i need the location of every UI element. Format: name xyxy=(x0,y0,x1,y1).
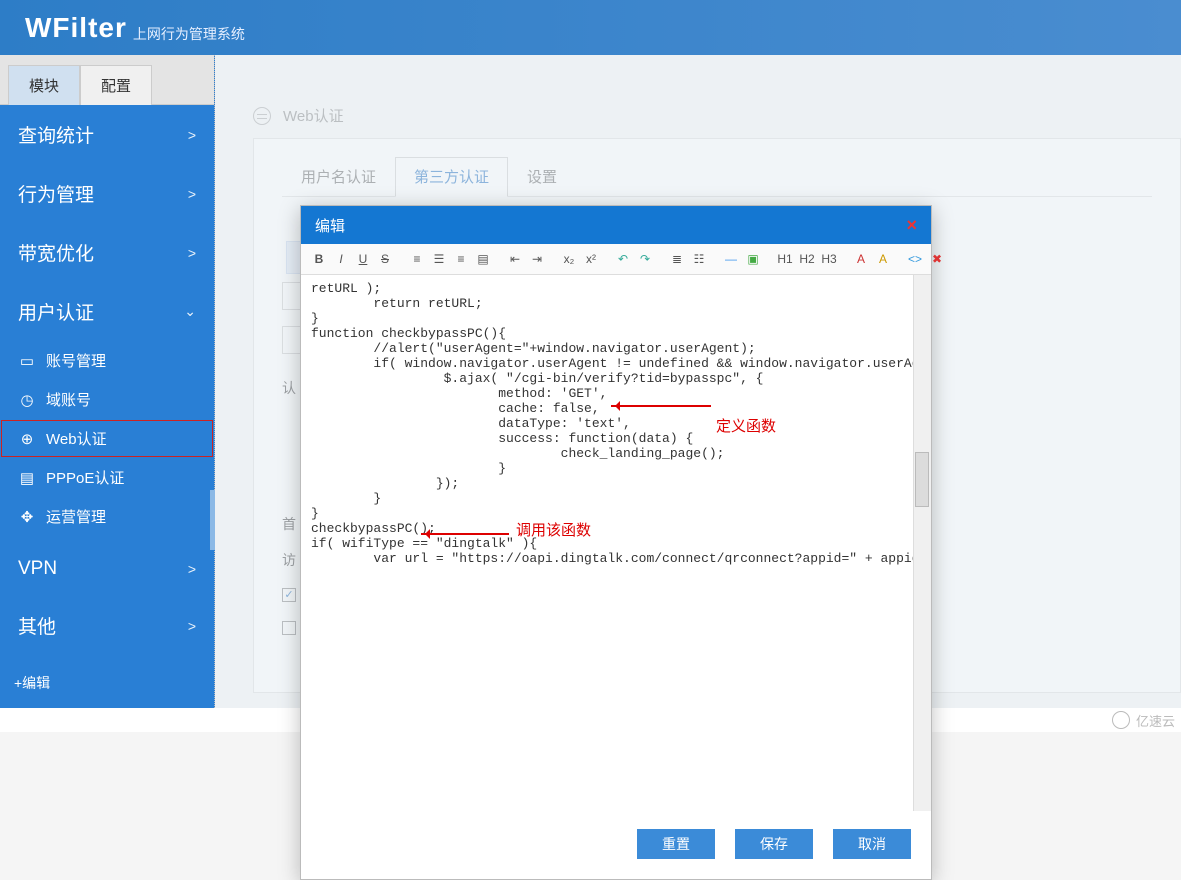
undo-icon[interactable]: ↶ xyxy=(613,249,633,269)
subscript-button[interactable]: x₂ xyxy=(559,249,579,269)
scrollbar-thumb[interactable] xyxy=(915,452,929,507)
editor-toolbar: B I U S ≡ ☰ ≡ ▤ ⇤ ⇥ x₂ x² ↶ ↷ ≣ ☷ — ▣ H1… xyxy=(301,244,931,275)
globe-icon xyxy=(253,107,271,125)
font-color-icon[interactable]: A xyxy=(851,249,871,269)
nav-group-label: 行为管理 xyxy=(18,180,94,207)
nav-group-other[interactable]: 其他 > xyxy=(0,596,214,655)
chevron-right-icon: > xyxy=(188,245,196,261)
sidebar-item-label: 运营管理 xyxy=(46,506,106,527)
indent-icon[interactable]: ⇥ xyxy=(527,249,547,269)
h1-button[interactable]: H1 xyxy=(775,249,795,269)
unordered-list-icon[interactable]: ☷ xyxy=(689,249,709,269)
sidebar-item-label: 域账号 xyxy=(46,389,91,410)
sidebar-item-label: PPPoE认证 xyxy=(46,467,124,488)
align-center-icon[interactable]: ☰ xyxy=(429,249,449,269)
chevron-right-icon: > xyxy=(188,186,196,202)
highlight-icon[interactable]: A xyxy=(873,249,893,269)
subnav-user-auth: ▭ 账号管理 ◷ 域账号 ⊕ Web认证 ▤ PPPoE认证 ✥ 运营管理 xyxy=(0,341,214,542)
app-header: WFilter 上网行为管理系统 xyxy=(0,0,1181,55)
sidebar-item-label: Web认证 xyxy=(46,428,107,449)
tab-settings[interactable]: 设置 xyxy=(508,157,576,196)
brand-subtitle: 上网行为管理系统 xyxy=(133,24,245,44)
redo-icon[interactable]: ↷ xyxy=(635,249,655,269)
italic-button[interactable]: I xyxy=(331,249,351,269)
nav-group-label: 查询统计 xyxy=(18,121,94,148)
gear-icon: ✥ xyxy=(18,508,36,526)
nav-group-user-auth[interactable]: 用户认证 ⌄ xyxy=(0,282,214,341)
sidebar-item-web-auth[interactable]: ⊕ Web认证 xyxy=(0,419,214,458)
watermark: 亿速云 xyxy=(1112,708,1175,732)
tab-thirdparty-auth[interactable]: 第三方认证 xyxy=(395,157,508,197)
nav-group-label: 用户认证 xyxy=(18,298,94,325)
nav-group-label: 其他 xyxy=(18,612,56,639)
globe-icon: ⊕ xyxy=(18,430,36,448)
sidebar-tab-config[interactable]: 配置 xyxy=(80,65,152,105)
code-content[interactable]: retURL ); return retURL; } function chec… xyxy=(301,275,931,571)
clock-icon: ◷ xyxy=(18,391,36,409)
id-card-icon: ▭ xyxy=(18,352,36,370)
ordered-list-icon[interactable]: ≣ xyxy=(667,249,687,269)
close-icon[interactable]: × xyxy=(906,215,917,236)
chevron-down-icon: ⌄ xyxy=(184,303,196,320)
watermark-text: 亿速云 xyxy=(1136,711,1175,730)
underline-button[interactable]: U xyxy=(353,249,373,269)
annotation-define: 定义函数 xyxy=(716,415,776,436)
nav-group-vpn[interactable]: VPN > xyxy=(0,542,214,596)
save-button[interactable]: 保存 xyxy=(735,829,813,859)
sidebar-tab-module[interactable]: 模块 xyxy=(8,65,80,105)
annotation-call: 调用该函数 xyxy=(516,519,591,540)
nav-group-label: VPN xyxy=(18,558,57,580)
h2-button[interactable]: H2 xyxy=(797,249,817,269)
chevron-right-icon: > xyxy=(188,561,196,577)
bold-button[interactable]: B xyxy=(309,249,329,269)
cancel-button[interactable]: 取消 xyxy=(833,829,911,859)
nav-group-label: 带宽优化 xyxy=(18,239,94,266)
sidebar-tabrow: 模块 配置 xyxy=(0,55,214,105)
modal-footer: 重置 保存 取消 xyxy=(301,811,931,879)
nav-group-query-stats[interactable]: 查询统计 > xyxy=(0,105,214,164)
remove-format-icon[interactable]: ✖ xyxy=(927,249,947,269)
outdent-icon[interactable]: ⇤ xyxy=(505,249,525,269)
align-justify-icon[interactable]: ▤ xyxy=(473,249,493,269)
scrollbar-track[interactable] xyxy=(913,275,931,811)
sidebar-item-account-mgmt[interactable]: ▭ 账号管理 xyxy=(0,341,214,380)
sidebar: 模块 配置 查询统计 > 行为管理 > 带宽优化 > 用户认证 ⌄ ▭ 账号管理… xyxy=(0,55,215,708)
sidebar-item-pppoe-auth[interactable]: ▤ PPPoE认证 xyxy=(0,458,214,497)
arrow-icon xyxy=(611,405,711,407)
page-title: Web认证 xyxy=(283,105,344,126)
sidebar-item-operation-mgmt[interactable]: ✥ 运营管理 xyxy=(0,497,214,536)
edit-modal: 编辑 × B I U S ≡ ☰ ≡ ▤ ⇤ ⇥ x₂ x² ↶ ↷ ≣ ☷ —… xyxy=(300,205,932,880)
modal-header: 编辑 × xyxy=(301,206,931,244)
arrow-icon xyxy=(421,533,509,535)
superscript-button[interactable]: x² xyxy=(581,249,601,269)
sidebar-item-domain-account[interactable]: ◷ 域账号 xyxy=(0,380,214,419)
strike-button[interactable]: S xyxy=(375,249,395,269)
tab-username-auth[interactable]: 用户名认证 xyxy=(282,157,395,196)
align-left-icon[interactable]: ≡ xyxy=(407,249,427,269)
cloud-icon xyxy=(1112,711,1130,729)
checkbox-icon xyxy=(282,621,296,635)
code-editor[interactable]: retURL ); return retURL; } function chec… xyxy=(301,275,931,811)
chevron-right-icon: > xyxy=(188,127,196,143)
brand-title: WFilter xyxy=(25,12,127,44)
checkbox-icon xyxy=(282,588,296,602)
nav-group-bandwidth[interactable]: 带宽优化 > xyxy=(0,223,214,282)
image-icon[interactable]: ▣ xyxy=(743,249,763,269)
h3-button[interactable]: H3 xyxy=(819,249,839,269)
code-view-icon[interactable]: <> xyxy=(905,249,925,269)
highlight-box xyxy=(301,571,931,811)
align-right-icon[interactable]: ≡ xyxy=(451,249,471,269)
chevron-right-icon: > xyxy=(188,618,196,634)
document-icon: ▤ xyxy=(18,469,36,487)
reset-button[interactable]: 重置 xyxy=(637,829,715,859)
nav-group-behavior[interactable]: 行为管理 > xyxy=(0,164,214,223)
modal-title: 编辑 xyxy=(315,215,345,236)
sidebar-add-edit[interactable]: +编辑 xyxy=(0,655,214,711)
content-tabs: 用户名认证 第三方认证 设置 xyxy=(282,157,1152,197)
breadcrumb: Web认证 xyxy=(253,100,1181,138)
hr-icon[interactable]: — xyxy=(721,249,741,269)
sidebar-item-label: 账号管理 xyxy=(46,350,106,371)
